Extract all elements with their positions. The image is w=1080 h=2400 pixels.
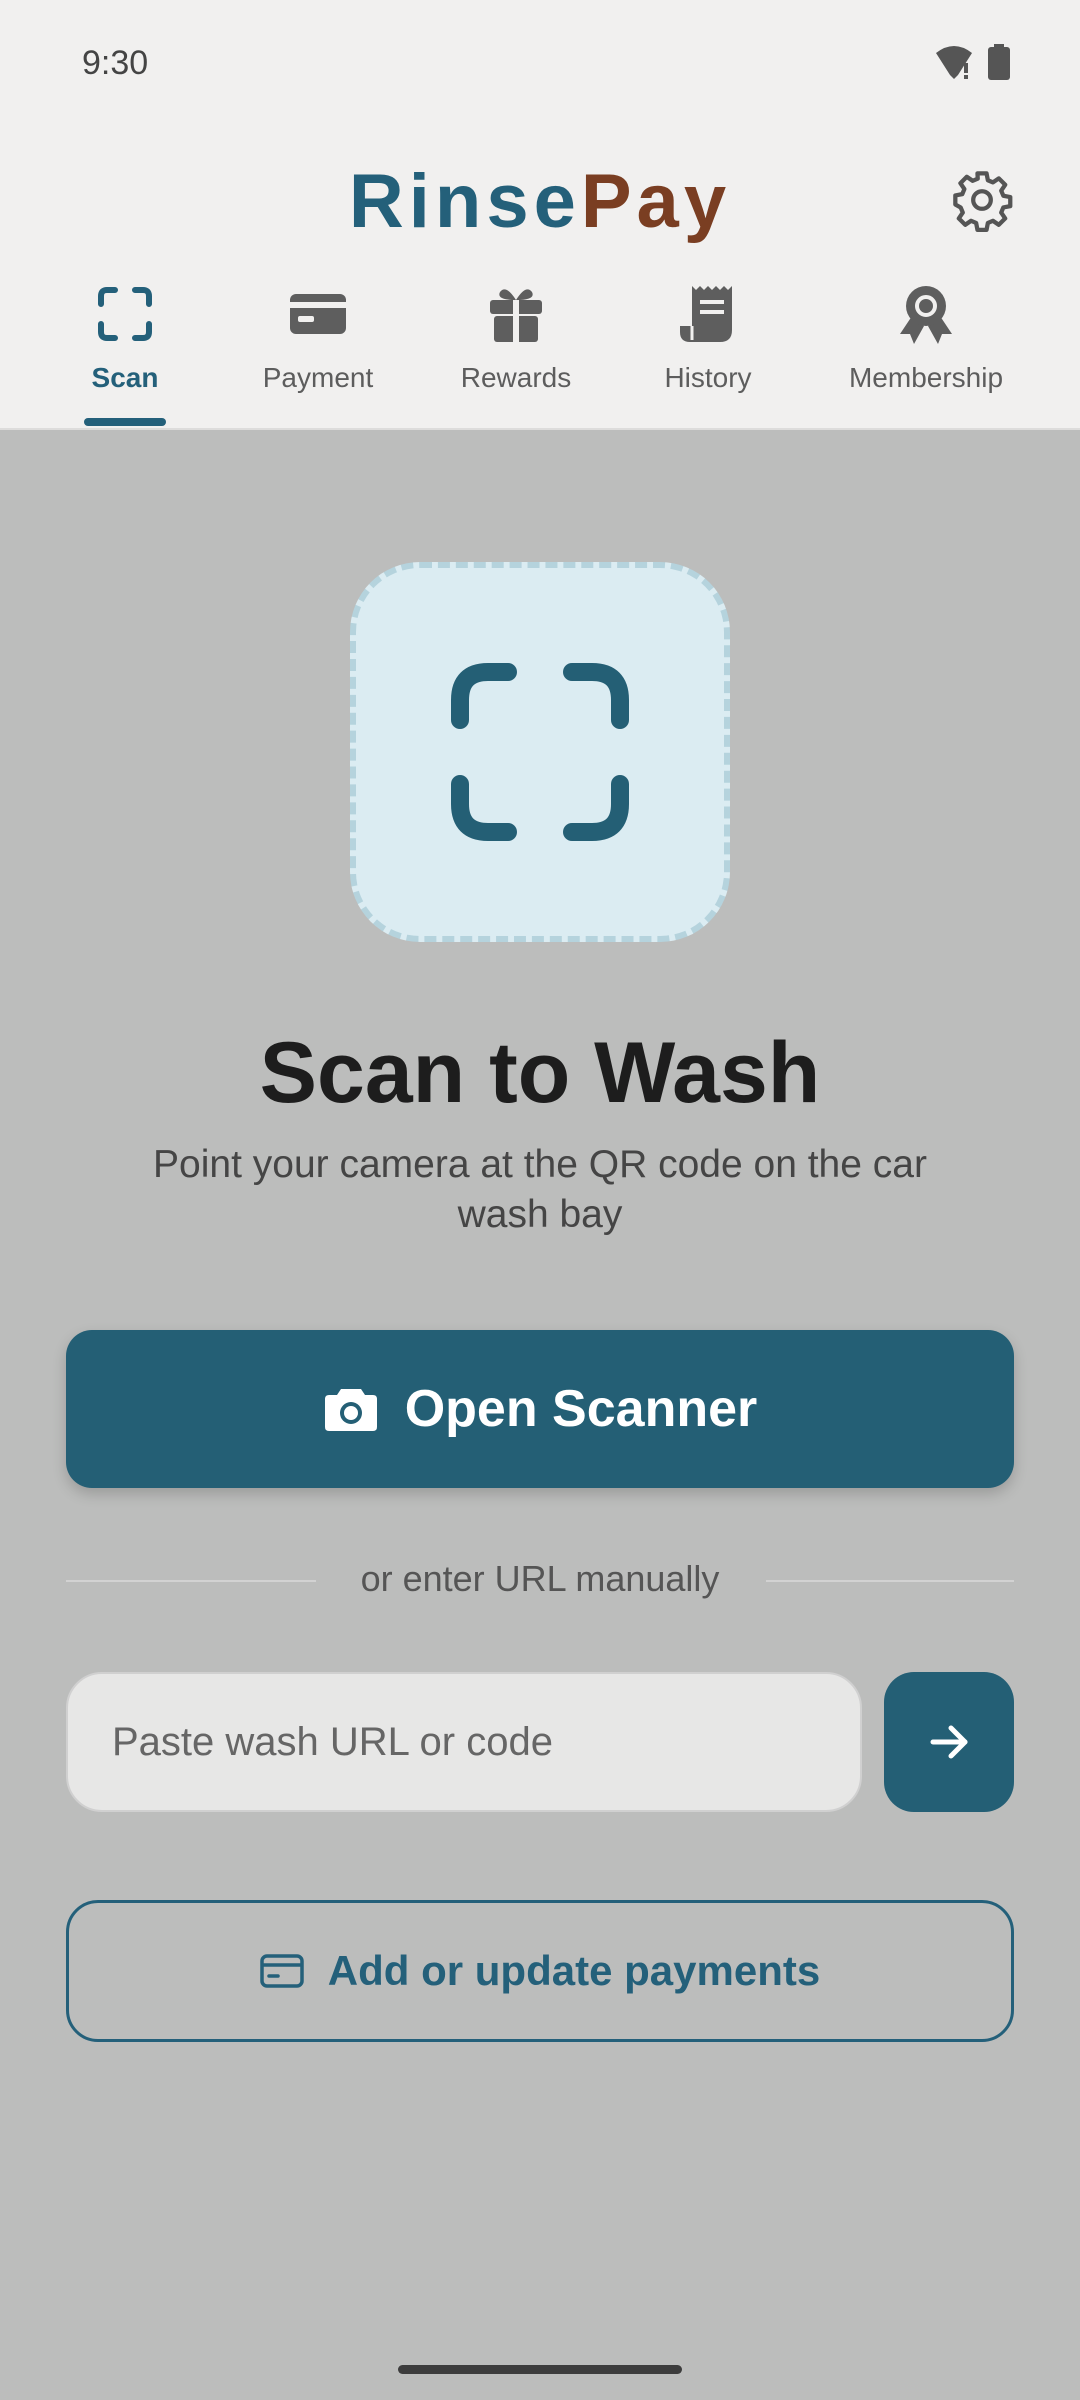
tab-label-payment: Payment <box>262 362 374 393</box>
camera-icon <box>324 1389 377 1431</box>
settings-button[interactable] <box>950 168 1014 232</box>
url-input[interactable] <box>66 1672 862 1812</box>
tab-bar: Scan Payment Rewards History Membership <box>0 280 1080 426</box>
badge-icon <box>900 286 952 344</box>
status-icons <box>934 44 1010 80</box>
tab-membership[interactable]: Membership <box>836 280 1016 426</box>
page-subtitle: Point your camera at the QR code on the … <box>153 1143 927 1236</box>
tab-payment[interactable]: Payment <box>248 280 388 426</box>
wifi-icon <box>936 46 972 79</box>
scan-illustration <box>350 562 730 942</box>
page-title: Scan to Wash <box>259 1025 821 1121</box>
add-payments-label: Add or update payments <box>327 1947 821 1994</box>
scan-frame-icon <box>451 663 629 841</box>
brand-logo: RinsePay <box>0 158 1080 245</box>
tab-label-membership: Membership <box>848 362 1004 393</box>
battery-icon <box>988 44 1010 80</box>
home-indicator[interactable] <box>398 2365 682 2374</box>
brand-part-rinse: Rinse <box>348 159 581 244</box>
submit-url-button[interactable] <box>884 1672 1014 1812</box>
gear-icon <box>953 171 1013 232</box>
card-outline-icon <box>260 1954 304 1988</box>
tab-label-rewards: Rewards <box>460 362 572 393</box>
card-icon <box>290 294 346 334</box>
tab-label-history: History <box>664 362 752 393</box>
gift-icon <box>490 289 542 342</box>
tab-history[interactable]: History <box>638 280 778 426</box>
status-time: 9:30 <box>82 44 149 82</box>
tab-rewards[interactable]: Rewards <box>446 280 586 426</box>
active-tab-indicator <box>84 418 166 426</box>
tab-label-scan: Scan <box>91 362 159 393</box>
divider-text: or enter URL manually <box>360 1558 720 1599</box>
open-scanner-label: Open Scanner <box>404 1380 758 1438</box>
app-header: 9:30 RinsePay Scan Payment Rewards Histo… <box>0 0 1080 430</box>
open-scanner-button[interactable]: Open Scanner <box>66 1330 1014 1488</box>
tab-scan[interactable]: Scan <box>60 280 190 426</box>
add-payments-button[interactable]: Add or update payments <box>66 1900 1014 2042</box>
arrow-right-icon <box>930 1725 968 1759</box>
brand-part-pay: Pay <box>580 159 732 244</box>
receipt-icon <box>680 286 732 342</box>
scan-icon <box>98 287 152 341</box>
